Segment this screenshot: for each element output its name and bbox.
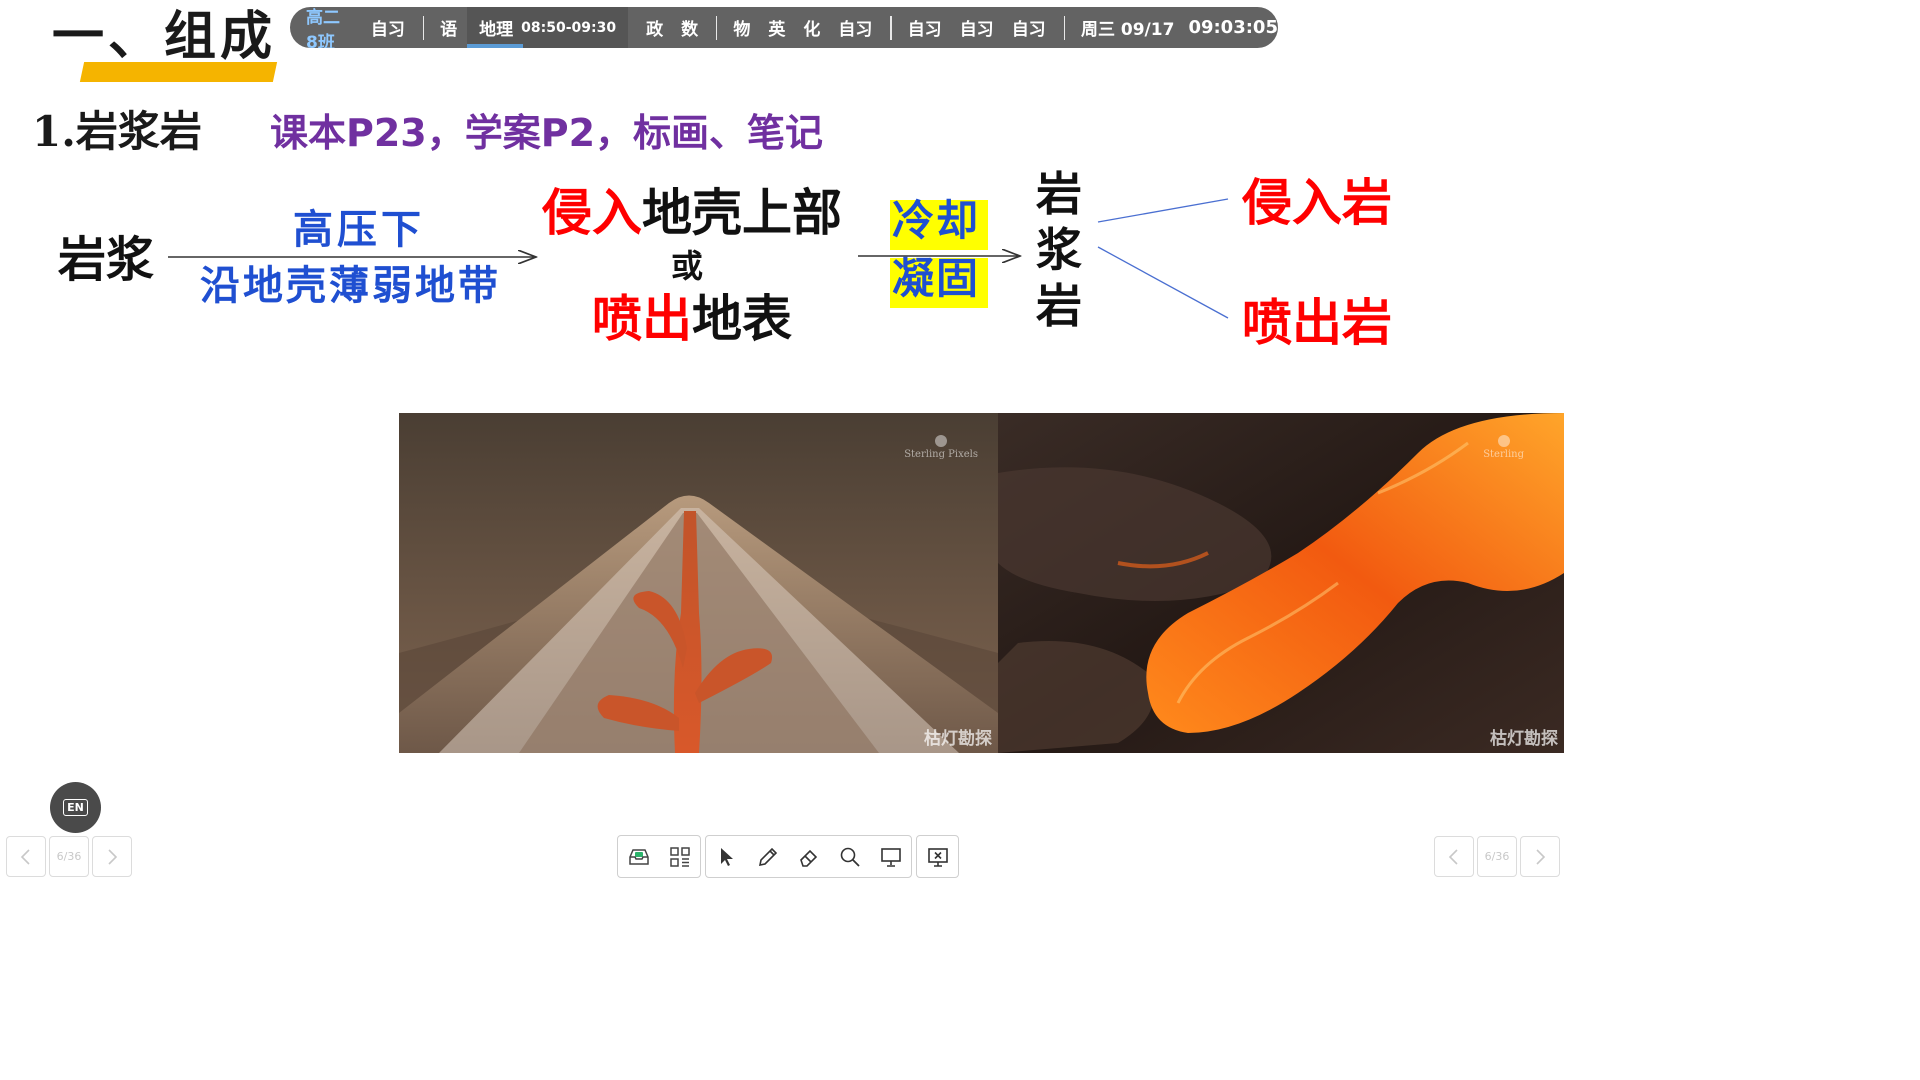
studio-mark: Sterling Pixels — [904, 435, 978, 460]
lava-flow-image: Sterling 枯灯勘探 — [998, 413, 1564, 753]
next-page-button[interactable] — [1520, 836, 1560, 877]
schedule-slot: 数 — [681, 20, 699, 40]
subheading: 1.岩浆岩 — [32, 107, 202, 156]
schedule-slot: 自习 — [1011, 20, 1046, 40]
language-toggle-button[interactable]: EN — [50, 782, 101, 833]
pen-icon — [758, 847, 777, 866]
schedule-slot: 自习 — [959, 20, 994, 40]
path-intrusion-rest: 地壳上部 — [642, 184, 842, 242]
next-page-button[interactable] — [92, 836, 132, 877]
eraser-icon — [799, 849, 817, 867]
branch-line-top — [1097, 198, 1229, 223]
annotation-toolbar — [617, 835, 959, 878]
branch-extrusive-rock: 喷出岩 — [1242, 294, 1392, 352]
studio-mark: Sterling — [1483, 435, 1524, 460]
path-intrusion: 侵入地壳上部 — [542, 188, 842, 238]
schedule-divider — [422, 15, 425, 40]
condition-top: 高压下 — [293, 206, 425, 253]
exit-slideshow-button[interactable] — [917, 836, 958, 877]
image-watermark: 枯灯勘探 — [1490, 729, 1558, 749]
close-presentation-icon — [927, 847, 948, 867]
grid-icon — [669, 846, 690, 867]
schedule-clock: 09:03:05 — [1188, 17, 1278, 38]
page-navigation-right: 6/36 — [1434, 836, 1560, 877]
schedule-slot: 自习 — [370, 20, 405, 40]
previous-page-button[interactable] — [6, 836, 46, 877]
current-period-time: 08:50-09:30 — [521, 19, 617, 36]
chevron-right-icon — [108, 848, 118, 865]
inbox-icon — [628, 848, 649, 865]
chevron-right-icon — [1536, 848, 1546, 865]
inbox-button[interactable] — [618, 836, 659, 877]
schedule-slot: 语 — [440, 20, 458, 40]
image-watermark: 枯灯勘探 — [924, 729, 992, 749]
presentation-button[interactable] — [870, 836, 911, 877]
page-navigation-left: 6/36 — [6, 836, 132, 877]
schedule-divider — [1063, 15, 1065, 40]
toolbar-group — [617, 835, 701, 878]
apps-button[interactable] — [659, 836, 700, 877]
condition-bottom: 沿地壳薄弱地带 — [200, 262, 501, 309]
pen-tool-button[interactable] — [747, 836, 788, 877]
process-cooling: 冷却 — [892, 196, 981, 245]
diagram-result: 岩浆岩 — [1036, 167, 1082, 333]
branch-intrusive-rock: 侵入岩 — [1242, 174, 1392, 232]
volcano-cross-section-image: Sterling Pixels 枯灯勘探 — [399, 413, 998, 753]
section-title: 一、组成 — [52, 6, 277, 67]
process-solidifying: 凝固 — [892, 254, 981, 303]
path-eruption-rest: 地表 — [692, 290, 792, 348]
schedule-slot: 自习 — [907, 20, 942, 40]
chevron-left-icon — [1448, 848, 1458, 865]
schedule-divider — [890, 15, 892, 40]
class-name: 高二8班 — [306, 7, 340, 49]
path-eruption-highlight: 喷出 — [592, 290, 692, 348]
zoom-tool-button[interactable] — [829, 836, 870, 877]
schedule-divider — [716, 15, 718, 40]
schedule-slot: 物 — [733, 20, 751, 40]
schedule-slot: 自习 — [838, 20, 873, 40]
previous-page-button[interactable] — [1434, 836, 1474, 877]
toolbar-group — [916, 835, 959, 878]
chevron-left-icon — [20, 848, 30, 865]
period-progress-bar — [467, 44, 524, 48]
language-badge: EN — [63, 799, 88, 816]
page-indicator[interactable]: 6/36 — [1477, 836, 1517, 877]
schedule-slot: 化 — [803, 20, 821, 40]
whiteboard-icon — [880, 847, 901, 867]
branch-line-bottom — [1097, 246, 1229, 319]
select-tool-button[interactable] — [706, 836, 747, 877]
cursor-arrow-icon — [720, 847, 733, 866]
path-eruption: 喷出地表 — [592, 294, 792, 344]
path-or: 或 — [671, 247, 704, 285]
schedule-slot: 政 — [646, 20, 664, 40]
current-subject: 地理 — [479, 20, 514, 40]
class-schedule-bar: 高二8班 自习 语 地理 08:50-09:30 政 数 物 英 化 自习 自习… — [290, 7, 1278, 48]
diagram-source: 岩浆 — [58, 232, 155, 288]
eraser-tool-button[interactable] — [788, 836, 829, 877]
toolbar-group — [705, 835, 912, 878]
schedule-slot: 英 — [768, 20, 786, 40]
schedule-date: 周三 09/17 — [1080, 20, 1175, 40]
reference-note: 课本P23，学案P2，标画、笔记 — [270, 111, 824, 155]
path-intrusion-highlight: 侵入 — [542, 184, 642, 242]
page-indicator[interactable]: 6/36 — [49, 836, 89, 877]
magnifier-icon — [840, 847, 860, 867]
current-period: 地理 08:50-09:30 — [467, 7, 629, 48]
